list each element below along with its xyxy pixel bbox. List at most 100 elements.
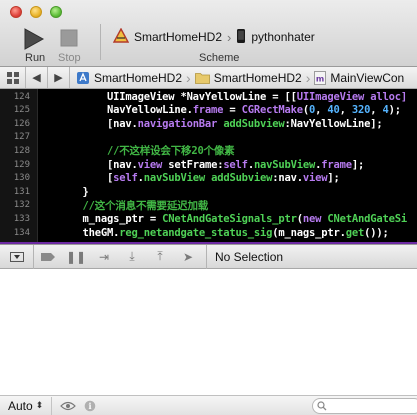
scheme-selector[interactable]: SmartHomeHD2 › pythonhater	[112, 27, 315, 47]
app-target-icon	[112, 27, 130, 47]
updown-chevron-icon: ⬍	[35, 400, 44, 410]
info-button[interactable]: i	[84, 400, 96, 412]
folder-icon	[194, 72, 210, 84]
step-into-button[interactable]: ⤓	[118, 245, 146, 269]
minimize-window-button[interactable]	[30, 6, 42, 18]
grid-icon	[6, 71, 19, 84]
code-token: =	[223, 104, 242, 117]
code-token: navSubView	[143, 172, 205, 185]
breadcrumb: SmartHomeHD2 › SmartHomeHD2 › m MainView…	[70, 70, 404, 86]
back-arrow-icon: ◀	[32, 72, 41, 84]
hide-panel-icon	[9, 251, 24, 262]
breadcrumb-file-label: MainViewCon	[330, 70, 405, 85]
console-search-field[interactable]	[312, 398, 417, 414]
pause-button[interactable]: ❚❚	[62, 245, 90, 269]
code-token: :NavYellowLine];	[284, 117, 383, 130]
auto-label: Auto	[8, 398, 33, 413]
line-number: 132	[13, 200, 30, 211]
line-number: 130	[13, 173, 30, 184]
step-into-icon: ⤓	[129, 249, 135, 263]
code-line: 133 m_nags_ptr = CNetAndGateSignals_ptr(…	[0, 212, 417, 225]
info-icon: i	[84, 400, 96, 411]
scheme-device-name[interactable]: pythonhater	[251, 30, 314, 44]
console-output-area[interactable]	[0, 270, 417, 395]
code-token: ());	[364, 226, 389, 239]
breadcrumb-project[interactable]: SmartHomeHD2	[76, 71, 182, 85]
code-token: theGM.	[82, 226, 120, 239]
simulate-location-button[interactable]: ➤	[174, 245, 202, 269]
code-text: }	[30, 186, 89, 198]
run-button[interactable]	[20, 26, 46, 52]
navigate-forward-button[interactable]: ▶	[48, 67, 70, 88]
toolbar-divider	[100, 24, 101, 60]
code-token: NavYellowLine.	[106, 104, 193, 117]
scheme-target-name[interactable]: SmartHomeHD2	[134, 30, 222, 44]
search-icon	[317, 401, 327, 411]
zoom-window-button[interactable]	[50, 6, 62, 18]
code-editor[interactable]: 124 UIImageView *NavYellowLine = [[UIIma…	[0, 89, 417, 244]
breadcrumb-project-label: SmartHomeHD2	[94, 70, 183, 85]
code-token: [nav.	[106, 117, 138, 130]
chevron-right-icon: ›	[186, 69, 191, 86]
code-token: ];	[327, 172, 340, 185]
navigate-back-button[interactable]: ◀	[26, 67, 48, 88]
line-number: 125	[13, 105, 30, 116]
stop-button[interactable]	[58, 27, 80, 49]
breadcrumb-file[interactable]: m MainViewCon	[314, 71, 404, 85]
hide-debug-area-button[interactable]	[0, 244, 34, 269]
code-token: );	[388, 104, 401, 117]
code-line: 126 [nav.navigationBar addSubview:NavYel…	[0, 117, 417, 130]
variables-scope-selector[interactable]: Auto ⬍	[0, 399, 43, 413]
code-token: navSubView	[253, 158, 316, 171]
svg-text:i: i	[89, 401, 92, 411]
code-line: 131 }	[0, 185, 417, 198]
play-icon	[24, 28, 45, 50]
forward-arrow-icon: ▶	[54, 72, 63, 84]
code-text: //这个消息不需要延迟加载	[30, 198, 209, 213]
bottom-bar-divider	[51, 396, 53, 415]
code-token: addSubview	[211, 172, 273, 185]
stop-icon	[60, 29, 78, 47]
code-token: self	[113, 172, 138, 185]
code-text: //不这样设会下移20个像素	[30, 143, 235, 158]
device-icon	[236, 28, 246, 47]
window-toolbar: Run Stop SmartHomeHD2 › pythonhater Sche…	[0, 0, 417, 67]
breakpoints-toggle-button[interactable]	[34, 245, 62, 269]
code-token: //不这样设会下移20个像素	[106, 145, 235, 158]
code-token: //这个消息不需要延迟加载	[82, 199, 209, 212]
code-token: frame	[321, 158, 352, 171]
scheme-label: Scheme	[199, 52, 240, 64]
quick-look-button[interactable]	[60, 401, 77, 411]
step-over-button[interactable]: ⇥	[90, 245, 118, 269]
step-out-icon: ⤒	[157, 249, 163, 263]
pause-icon: ❚❚	[65, 249, 87, 264]
code-token: view	[302, 172, 328, 185]
close-window-button[interactable]	[10, 6, 22, 18]
code-line: 128 //不这样设会下移20个像素	[0, 144, 417, 157]
line-number: 134	[13, 227, 30, 238]
code-line: 125 NavYellowLine.frame = CGRectMake(0, …	[0, 104, 417, 117]
code-line: 127	[0, 131, 417, 144]
code-token: addSubview	[223, 117, 285, 130]
code-token: UIImageView *NavYellowLine = [[	[106, 90, 297, 103]
code-token: 40	[327, 104, 340, 117]
step-out-button[interactable]: ⤒	[146, 245, 174, 269]
location-arrow-icon: ➤	[182, 249, 194, 264]
related-items-button[interactable]	[0, 67, 26, 88]
code-token: ,	[339, 104, 352, 117]
line-number: 124	[13, 91, 30, 102]
source-file-icon: m	[314, 70, 327, 85]
breadcrumb-group[interactable]: SmartHomeHD2	[194, 71, 302, 85]
breakpoint-icon	[41, 252, 55, 261]
code-text: m_nags_ptr = CNetAndGateSignals_ptr(new …	[30, 213, 408, 225]
console-bottom-bar: Auto ⬍ i	[0, 395, 417, 415]
